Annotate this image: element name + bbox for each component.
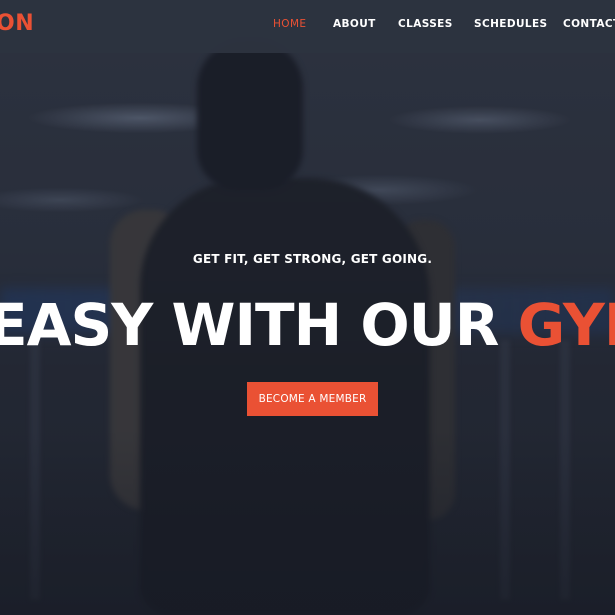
hero-headline-main: EASY WITH OUR [0, 291, 518, 359]
nav-item-schedules[interactable]: SCHEDULES [474, 17, 548, 31]
become-member-button[interactable]: BECOME A MEMBER [247, 382, 378, 416]
nav-item-classes[interactable]: CLASSES [398, 17, 453, 31]
nav-item-home[interactable]: HOME [273, 17, 306, 31]
nav-item-contact[interactable]: CONTACT [563, 17, 615, 31]
nav-item-about[interactable]: ABOUT [333, 17, 376, 31]
hero-headline: EASY WITH OUR GYM [0, 290, 615, 360]
page: ON HOME ABOUT CLASSES SCHEDULES CONTACT … [0, 0, 615, 615]
hero-headline-accent: GYM [517, 291, 615, 359]
main-nav: HOME ABOUT CLASSES SCHEDULES CONTACT [0, 0, 615, 53]
hero-tagline: GET FIT, GET STRONG, GET GOING. [192, 252, 433, 266]
site-header: ON HOME ABOUT CLASSES SCHEDULES CONTACT [0, 0, 615, 53]
